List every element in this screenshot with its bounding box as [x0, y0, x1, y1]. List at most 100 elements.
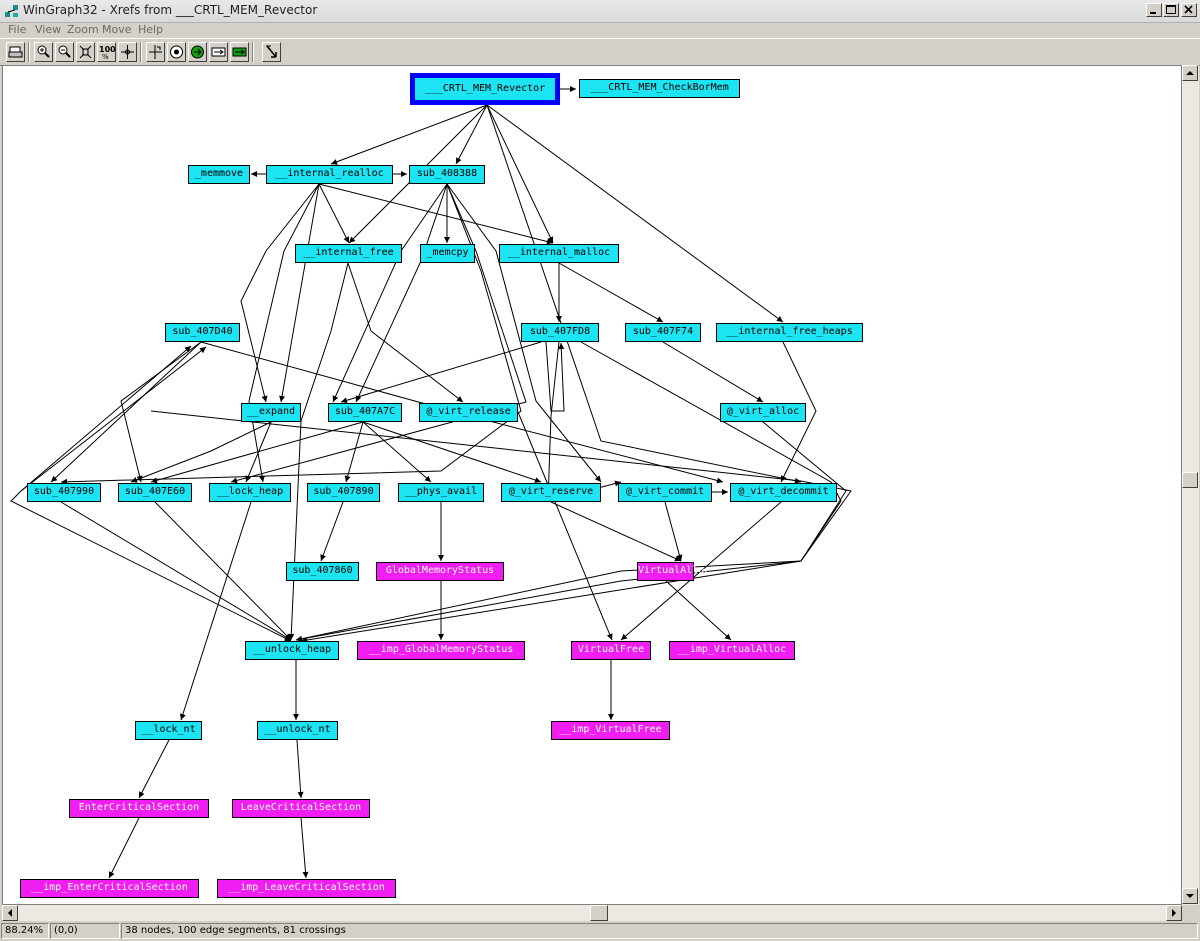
neighbors-icon[interactable] [209, 42, 228, 62]
graph-edge [150, 410, 852, 642]
graph-node[interactable]: VirtualFree [571, 641, 651, 660]
toolbar-separator [28, 42, 30, 62]
graph-edge [320, 501, 344, 562]
graph-edge [180, 501, 252, 721]
menu-file[interactable]: File [8, 23, 26, 36]
cursor-arrow-icon[interactable] [262, 42, 281, 62]
graph-node[interactable]: __unlock_nt [257, 721, 338, 740]
zoom-in-button[interactable] [34, 42, 53, 62]
edge-arrowhead [438, 634, 444, 640]
edge-arrowhead [556, 316, 562, 322]
minimize-button[interactable] [1146, 3, 1162, 17]
menu-zoom[interactable]: Zoom [67, 23, 99, 36]
scroll-right-button[interactable] [1166, 905, 1182, 921]
move-origin-icon[interactable] [146, 42, 165, 62]
graph-statistics: 38 nodes, 100 edge segments, 81 crossing… [121, 923, 1198, 939]
zoom-100-button[interactable]: 100 % [97, 42, 116, 62]
edge-arrowhead [302, 871, 309, 878]
edge-arrowhead [594, 475, 601, 482]
graph-layout-icon[interactable] [167, 42, 186, 62]
edge-arrowhead [444, 237, 450, 243]
graph-node[interactable]: ___CRTL_MEM_Revector [410, 73, 560, 105]
menu-move[interactable]: Move [102, 23, 132, 36]
menu-help[interactable]: Help [138, 23, 163, 36]
graph-edge [486, 104, 784, 323]
zoom-out-button[interactable] [55, 42, 74, 62]
edge-arrowhead [344, 475, 351, 482]
center-crosshair-icon[interactable] [118, 42, 137, 62]
vertical-scrollbar[interactable] [1182, 65, 1199, 905]
graph-node[interactable]: __imp_LeaveCriticalSection [217, 879, 396, 898]
menu-view[interactable]: View [35, 23, 61, 36]
graph-node[interactable]: sub_407F74 [625, 323, 701, 342]
graph-node[interactable]: sub_407860 [286, 562, 359, 581]
edge-arrowhead [456, 396, 463, 402]
graph-node[interactable]: _memcpy [420, 244, 475, 263]
graph-node[interactable]: @_virt_reserve [501, 483, 601, 502]
graph-node[interactable]: VirtualAlloc [637, 562, 710, 581]
wingraph-app-icon[interactable] [4, 3, 20, 19]
window-title: WinGraph32 - Xrefs from ___CRTL_MEM_Reve… [23, 3, 318, 17]
horizontal-scrollbar[interactable] [2, 905, 1182, 921]
graph-edge [296, 739, 302, 799]
horizontal-scroll-thumb[interactable] [590, 905, 608, 921]
graph-node[interactable]: __lock_heap [209, 483, 291, 502]
graph-node[interactable]: sub_408388 [409, 165, 485, 184]
graph-node[interactable]: __internal_realloc [266, 165, 393, 184]
graph-node[interactable]: __imp_EnterCriticalSection [20, 879, 199, 898]
graph-edge [664, 501, 682, 562]
maximize-button[interactable] [1163, 3, 1179, 17]
scroll-corner [1182, 905, 1200, 921]
green-arrow-icon[interactable] [230, 42, 249, 62]
graph-edge [150, 421, 364, 483]
toolbar: 100 % [0, 38, 1200, 66]
graph-edge [547, 341, 622, 502]
graph-edge [108, 817, 140, 879]
graph-node[interactable]: @_virt_alloc [720, 403, 806, 422]
graph-node[interactable]: sub_407FD8 [521, 323, 599, 342]
graph-edge [20, 346, 207, 492]
graph-node[interactable]: @_virt_commit [618, 483, 712, 502]
graph-edge [300, 817, 307, 879]
graph-node[interactable]: @_virt_release [419, 403, 518, 422]
graph-edge [318, 183, 350, 244]
graph-node[interactable]: sub_407990 [27, 483, 101, 502]
status-bar: 88.24% (0,0) 38 nodes, 100 edge segments… [0, 921, 1200, 941]
scroll-up-button[interactable] [1182, 65, 1198, 81]
graph-node[interactable]: __internal_free [295, 244, 402, 263]
graph-node[interactable]: __lock_nt [135, 721, 202, 740]
graph-node[interactable]: EnterCriticalSection [69, 799, 209, 818]
graph-node[interactable]: __internal_free_heaps [716, 323, 863, 342]
graph-node[interactable]: __imp_VirtualAlloc [669, 641, 795, 660]
graph-edge [517, 411, 613, 641]
graph-node[interactable]: __imp_VirtualFree [551, 721, 670, 740]
graph-node[interactable]: __internal_malloc [499, 244, 619, 263]
graph-node[interactable]: __phys_avail [398, 483, 484, 502]
toolbar-separator [252, 42, 254, 62]
close-button[interactable] [1181, 3, 1197, 17]
fit-to-window-icon[interactable] [76, 42, 95, 62]
scroll-left-button[interactable] [2, 905, 18, 921]
graph-node[interactable]: sub_407890 [307, 483, 380, 502]
scroll-down-button[interactable] [1182, 888, 1198, 904]
graph-edge [486, 104, 554, 244]
graph-edge [355, 183, 448, 403]
graph-node[interactable]: _memmove [188, 165, 250, 184]
graph-node[interactable]: __expand [241, 403, 301, 422]
graph-node[interactable]: sub_407E60 [118, 483, 192, 502]
vertical-scroll-thumb[interactable] [1182, 472, 1198, 488]
percent-icon: % [102, 53, 109, 61]
graph-node[interactable]: LeaveCriticalSection [232, 799, 370, 818]
graph-canvas[interactable]: ___CRTL_MEM_Revector ___CRTL_MEM_CheckBor… [2, 65, 1182, 905]
print-button[interactable] [6, 42, 25, 62]
green-circle-icon[interactable] [188, 42, 207, 62]
graph-node[interactable]: sub_407D40 [165, 323, 240, 342]
graph-node[interactable]: @_virt_decommit [730, 483, 837, 502]
edge-arrowhead [279, 395, 285, 402]
graph-node[interactable]: sub_407A7C [328, 403, 402, 422]
graph-node[interactable]: __unlock_heap [245, 641, 339, 660]
graph-node[interactable]: __imp_GlobalMemoryStatus [357, 641, 525, 660]
graph-node[interactable]: ___CRTL_MEM_CheckBorMem [579, 79, 740, 98]
graph-node[interactable]: GlobalMemoryStatus [376, 562, 504, 581]
title-bar: WinGraph32 - Xrefs from ___CRTL_MEM_Reve… [0, 0, 1200, 23]
